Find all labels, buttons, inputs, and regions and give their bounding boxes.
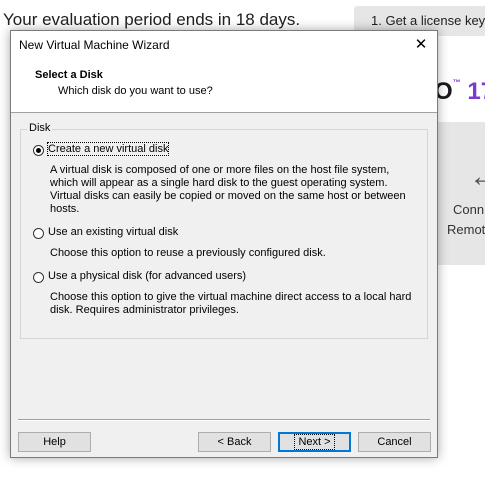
cancel-button[interactable]: Cancel	[358, 432, 431, 452]
wizard-header: Select a Disk Which disk do you want to …	[11, 59, 437, 113]
option-label-use-existing-disk[interactable]: Use an existing virtual disk	[48, 226, 178, 238]
tile-label-line1: Conn	[453, 202, 485, 217]
option-label-create-new-disk[interactable]: Create a new virtual disk	[46, 142, 170, 156]
button-separator	[18, 419, 430, 421]
option-label-use-physical-disk[interactable]: Use a physical disk (for advanced users)	[48, 270, 246, 282]
option-description-use-existing-disk: Choose this option to reuse a previously…	[50, 247, 326, 259]
tile-label-line2: Remot	[447, 222, 485, 237]
radio-use-physical-disk[interactable]	[33, 272, 44, 283]
radio-create-new-disk[interactable]	[33, 145, 44, 156]
title-bar[interactable]: New Virtual Machine Wizard ✕	[11, 31, 437, 59]
arrow-left-icon: ←	[469, 160, 485, 193]
evaluation-notice: Your evaluation period ends in 18 days.	[3, 10, 301, 29]
option-description-create-new-disk: A virtual disk is composed of one or mor…	[50, 164, 406, 215]
groupbox-label: Disk	[27, 122, 53, 134]
dialog-title: New Virtual Machine Wizard	[19, 38, 170, 52]
disk-groupbox: Disk Create a new virtual disk A virtual…	[20, 122, 428, 339]
product-logo: O™ 17	[434, 78, 485, 105]
page-title: Select a Disk	[35, 69, 103, 81]
new-vm-wizard-dialog: New Virtual Machine Wizard ✕ Select a Di…	[10, 30, 438, 458]
next-button[interactable]: Next >	[278, 432, 351, 452]
help-button[interactable]: Help	[18, 432, 91, 452]
page-subtitle: Which disk do you want to use?	[58, 85, 213, 97]
option-description-use-physical-disk: Choose this option to give the virtual m…	[50, 291, 412, 316]
radio-use-existing-disk[interactable]	[33, 228, 44, 239]
connect-remote-tile[interactable]: ← Conn Remot	[437, 122, 485, 265]
back-button[interactable]: < Back	[198, 432, 271, 452]
close-icon[interactable]: ✕	[405, 31, 437, 59]
